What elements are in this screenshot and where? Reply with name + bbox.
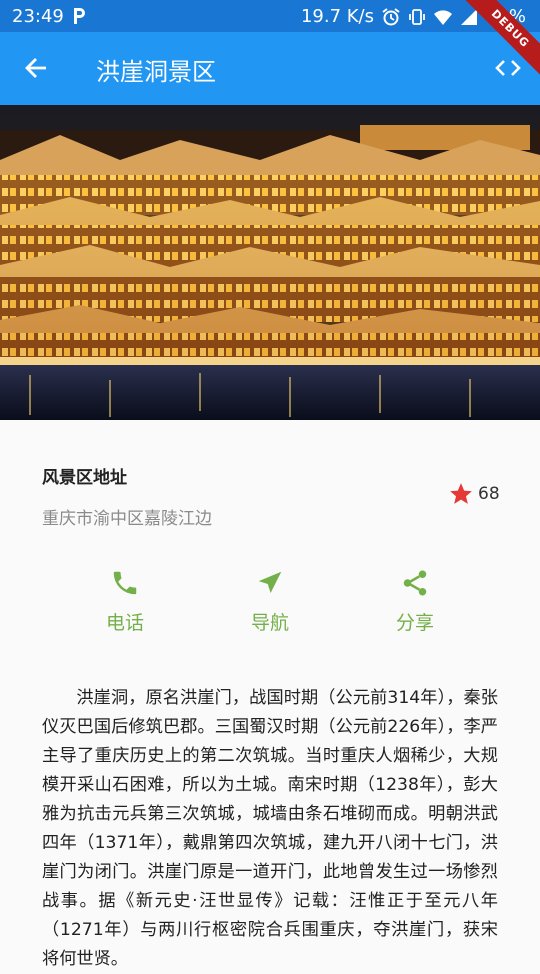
hongyadong-night-image (0, 105, 540, 420)
share-label: 分享 (395, 612, 434, 634)
address-section: 风景区地址 重庆市渝中区嘉陵江边 (42, 463, 212, 529)
address-label: 风景区地址 (42, 468, 127, 488)
call-label: 电话 (105, 612, 144, 634)
phone-icon (113, 571, 137, 595)
rating-count: 68 (478, 484, 500, 504)
description-text: 洪崖洞，原名洪崖门，战国时期（公元前314年），秦张仪灭巴国后修筑巴郡。三国蜀汉… (42, 688, 498, 969)
share-icon (403, 570, 427, 596)
alarm-icon (382, 7, 400, 25)
star-icon (450, 483, 472, 504)
scenic-photo (0, 105, 540, 420)
app-bar: 洪崖洞景区 (0, 32, 540, 105)
page-title: 洪崖洞景区 (96, 58, 216, 86)
navigate-label: 导航 (250, 612, 289, 634)
code-icon[interactable] (494, 54, 522, 82)
navigate-button[interactable]: 导航 (225, 568, 315, 635)
network-speed: 19.7 K/s (300, 6, 374, 27)
rating: 68 (448, 481, 500, 507)
navigation-icon (258, 571, 282, 593)
back-arrow-icon[interactable] (22, 54, 50, 82)
status-bar: 23:49 19.7 K/s 52% (0, 0, 540, 32)
share-button[interactable]: 分享 (370, 568, 460, 635)
vibrate-icon (409, 8, 425, 25)
status-time: 23:49 (12, 6, 64, 27)
parking-app-icon (74, 8, 85, 24)
call-button[interactable]: 电话 (80, 568, 170, 635)
wifi-icon (433, 9, 452, 25)
address-text: 重庆市渝中区嘉陵江边 (42, 509, 212, 529)
